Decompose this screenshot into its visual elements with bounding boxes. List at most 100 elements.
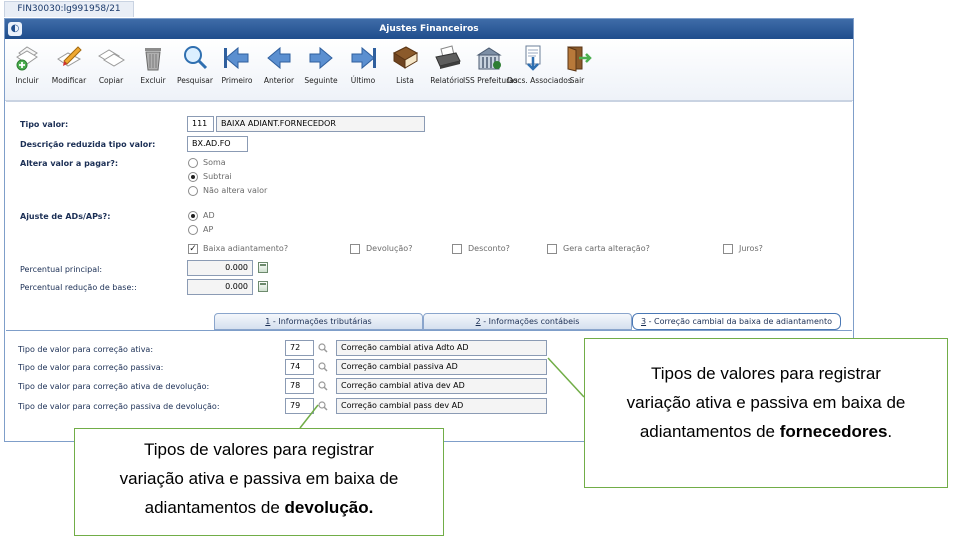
tab-label: - Informações tributárias (270, 317, 372, 326)
tipo-valor-label: Tipo valor: (20, 120, 69, 129)
title-bar: ◐ Ajustes Financeiros (5, 19, 853, 39)
chk-devolucao[interactable] (350, 244, 360, 254)
percentual-principal-label: Percentual principal: (20, 265, 103, 274)
correcao-passiva-code-input[interactable]: 74 (285, 359, 314, 375)
callout-devolucao: Tipos de valores para registrar variação… (74, 428, 444, 536)
desc-reduzida-input[interactable]: BX.AD.FO (187, 136, 248, 152)
correcao-ativa-desc-input[interactable]: Correção cambial ativa Adto AD (336, 340, 547, 356)
main-form: Tipo valor: 111 BAIXA ADIANT.FORNECEDOR … (6, 101, 852, 309)
callout-devolucao-bold: devolução. (284, 498, 374, 517)
next-arrow-icon (309, 46, 333, 70)
edit-pencil-icon (57, 46, 82, 67)
chk-baixa-adiantamento-label: Baixa adiantamento? (203, 244, 289, 253)
first-arrow-icon (224, 46, 249, 70)
zoom-search-icon[interactable] (318, 401, 328, 411)
radio-ap[interactable] (188, 225, 198, 235)
callout-fornecedores-line2: variação ativa e passiva em baixa de (626, 393, 906, 412)
pesquisar-button[interactable]: Pesquisar (175, 43, 215, 99)
chk-gera-carta-label: Gera carta alteração? (563, 244, 650, 253)
docs-associados-button[interactable]: Docs. Associados (507, 43, 572, 99)
radio-ap-label: AP (203, 225, 214, 234)
callout-devolucao-line3-pre: adiantamentos de (144, 498, 285, 517)
calculator-icon[interactable] (258, 262, 268, 273)
incluir-button[interactable]: Incluir (7, 43, 47, 99)
window-title: Ajustes Financeiros (379, 24, 479, 34)
anterior-button[interactable]: Anterior (259, 43, 299, 99)
correcao-passiva-desc-input[interactable]: Correção cambial passiva AD (336, 359, 547, 375)
previous-arrow-icon (267, 46, 291, 70)
trash-icon (145, 48, 161, 71)
radio-soma[interactable] (188, 158, 198, 168)
chk-devolucao-label: Devolução? (366, 244, 413, 253)
app-logo-icon: ◐ (8, 22, 22, 36)
docs-associated-icon (525, 45, 541, 71)
chk-gera-carta[interactable] (547, 244, 557, 254)
chk-desconto-label: Desconto? (468, 244, 510, 253)
zoom-search-icon[interactable] (318, 343, 328, 353)
chk-juros-label: Juros? (739, 244, 763, 253)
zoom-search-icon[interactable] (318, 381, 328, 391)
excluir-button[interactable]: Excluir (133, 43, 173, 99)
radio-subtrai[interactable] (188, 172, 198, 182)
copiar-button[interactable]: Copiar (91, 43, 131, 99)
callout-fornecedores: Tipos de valores para registrar variação… (584, 338, 948, 488)
iss-prefeituras-button[interactable]: ISS Prefeituras (463, 43, 518, 99)
printer-icon (435, 45, 461, 69)
ajuste-ads-label: Ajuste de ADs/APs?: (20, 212, 111, 221)
sair-button[interactable]: Sair (557, 43, 597, 99)
tab-correcao-cambial[interactable]: 3 - Correção cambial da baixa de adianta… (632, 313, 841, 330)
program-tab[interactable]: FIN30030:lg991958/21 (4, 1, 134, 17)
tipo-valor-code-input[interactable]: 111 (187, 116, 214, 132)
modificar-button[interactable]: Modificar (49, 43, 89, 99)
toolbar: Incluir Modificar Copiar Excluir Pesquis… (5, 39, 853, 101)
chk-desconto[interactable] (452, 244, 462, 254)
tab-informacoes-contabeis[interactable]: 2 - Informações contábeis (423, 313, 632, 330)
folder-tabs: 1 - Informações tributárias 2 - Informaç… (6, 311, 852, 331)
copy-icon (98, 49, 125, 67)
chk-baixa-adiantamento[interactable]: ✓ (188, 244, 198, 254)
screenshot-stage: FIN30030:lg991958/21 ◐ Ajustes Financeir… (0, 0, 962, 542)
percentual-reducao-label: Percentual redução de base:: (20, 283, 137, 292)
callout-devolucao-line2: variação ativa e passiva em baixa de (119, 469, 399, 488)
radio-subtrai-label: Subtrai (203, 172, 232, 181)
callout-fornecedores-line3-post: . (887, 422, 893, 441)
percentual-reducao-input[interactable]: 0.000 (187, 279, 253, 295)
callout-devolucao-line1: Tipos de valores para registrar (144, 440, 374, 459)
correcao-passiva-devolucao-code-input[interactable]: 79 (285, 398, 314, 414)
lista-button[interactable]: Lista (385, 43, 425, 99)
radio-nao-altera-label: Não altera valor (203, 186, 268, 195)
percentual-principal-input[interactable]: 0.000 (187, 260, 253, 276)
correcao-ativa-code-input[interactable]: 72 (285, 340, 314, 356)
desc-reduzida-label: Descrição reduzida tipo valor: (20, 140, 156, 149)
correcao-passiva-devolucao-desc-input[interactable]: Correção cambial pass dev AD (336, 398, 547, 414)
chk-juros[interactable] (723, 244, 733, 254)
relatorio-button[interactable]: Relatório (427, 43, 467, 99)
radio-soma-label: Soma (203, 158, 226, 167)
tipo-valor-desc-input[interactable]: BAIXA ADIANT.FORNECEDOR (216, 116, 425, 132)
callout-fornecedores-bold: fornecedores (779, 422, 888, 441)
calculator-icon[interactable] (258, 281, 268, 292)
radio-nao-altera[interactable] (188, 186, 198, 196)
correcao-passiva-label: Tipo de valor para correção passiva: (18, 363, 164, 372)
list-book-icon (392, 46, 419, 69)
radio-ad[interactable] (188, 211, 198, 221)
correcao-ativa-devolucao-code-input[interactable]: 78 (285, 378, 314, 394)
last-arrow-icon (351, 46, 376, 70)
correcao-passiva-devolucao-label: Tipo de valor para correção passiva de d… (18, 402, 220, 411)
sair-label: Sair (569, 76, 585, 85)
correcao-ativa-devolucao-label: Tipo de valor para correção ativa de dev… (18, 382, 210, 391)
seguinte-button[interactable]: Seguinte (301, 43, 341, 99)
exit-door-icon (567, 46, 592, 72)
altera-valor-label: Altera valor a pagar?: (20, 159, 119, 168)
primeiro-button[interactable]: Primeiro (217, 43, 257, 99)
tab-informacoes-tributarias[interactable]: 1 - Informações tributárias (214, 313, 423, 330)
tab-label: - Informações contábeis (480, 317, 580, 326)
zoom-search-icon[interactable] (318, 362, 328, 372)
callout-fornecedores-line1: Tipos de valores para registrar (651, 364, 881, 383)
correcao-ativa-devolucao-desc-input[interactable]: Correção cambial ativa dev AD (336, 378, 547, 394)
callout-fornecedores-line3: adiantamentos de fornecedores. (585, 417, 947, 446)
callout-devolucao-line3: adiantamentos de devolução. (75, 493, 443, 522)
ultimo-button[interactable]: Último (343, 43, 383, 99)
add-doc-icon (16, 46, 38, 71)
correcao-ativa-label: Tipo de valor para correção ativa: (18, 345, 154, 354)
